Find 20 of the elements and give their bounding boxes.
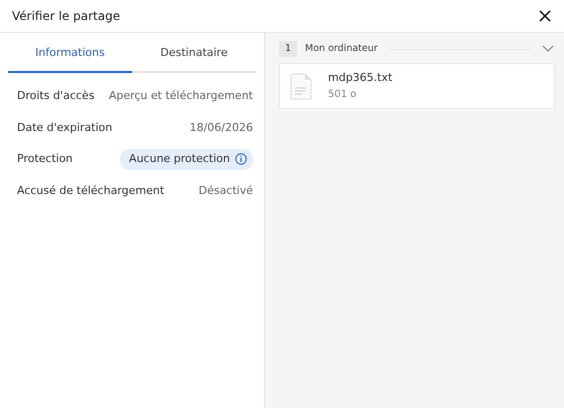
count-badge: 1 [279, 41, 298, 58]
property-value: 18/06/2026 [190, 120, 253, 136]
file-card[interactable]: mdp365.txt 501 o [279, 63, 555, 109]
close-icon [538, 9, 552, 23]
info-icon[interactable] [235, 153, 247, 166]
file-size: 501 o [328, 88, 358, 102]
property-value: Aperçu et téléchargement [108, 88, 253, 104]
chevron-icon[interactable] [542, 45, 554, 54]
tab[interactable]: Informations [8, 33, 132, 72]
property-label: Accusé de téléchargement [17, 182, 164, 198]
status-pill: Aucune protection [120, 149, 253, 170]
property-label: Date d'expiration [17, 120, 112, 136]
file-name: mdp365.txt [328, 70, 392, 86]
property-value: Désactivé [198, 182, 253, 198]
document-icon [290, 72, 312, 100]
property-label: Protection [17, 151, 73, 167]
property-label: Droits d'accès [17, 88, 94, 104]
window-title: Vérifier le partage [12, 8, 120, 25]
group-name: Mon ordinateur [305, 42, 378, 56]
tab[interactable]: Destinataire [132, 33, 256, 72]
